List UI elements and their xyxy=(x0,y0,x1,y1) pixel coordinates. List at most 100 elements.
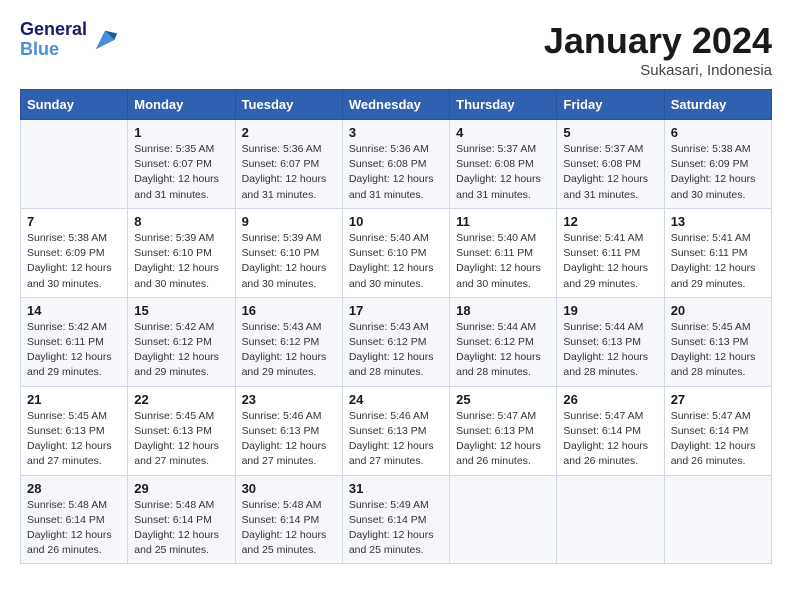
calendar-cell: 5 Sunrise: 5:37 AMSunset: 6:08 PMDaylight… xyxy=(557,120,664,209)
day-number: 10 xyxy=(349,214,443,229)
day-info: Sunrise: 5:41 AMSunset: 6:11 PMDaylight:… xyxy=(671,231,765,292)
day-number: 22 xyxy=(134,392,228,407)
calendar-cell: 30 Sunrise: 5:48 AMSunset: 6:14 PMDayligh… xyxy=(235,475,342,564)
calendar-cell: 7 Sunrise: 5:38 AMSunset: 6:09 PMDaylight… xyxy=(21,208,128,297)
page-header: GeneralBlue January 2024 Sukasari, Indon… xyxy=(20,20,772,79)
day-info: Sunrise: 5:43 AMSunset: 6:12 PMDaylight:… xyxy=(349,320,443,381)
weekday-header-tuesday: Tuesday xyxy=(235,90,342,120)
day-info: Sunrise: 5:42 AMSunset: 6:11 PMDaylight:… xyxy=(27,320,121,381)
day-info: Sunrise: 5:35 AMSunset: 6:07 PMDaylight:… xyxy=(134,142,228,203)
calendar-cell: 1 Sunrise: 5:35 AMSunset: 6:07 PMDaylight… xyxy=(128,120,235,209)
calendar-cell: 24 Sunrise: 5:46 AMSunset: 6:13 PMDayligh… xyxy=(342,386,449,475)
calendar-cell: 3 Sunrise: 5:36 AMSunset: 6:08 PMDaylight… xyxy=(342,120,449,209)
calendar-cell: 9 Sunrise: 5:39 AMSunset: 6:10 PMDaylight… xyxy=(235,208,342,297)
calendar-week-row: 7 Sunrise: 5:38 AMSunset: 6:09 PMDaylight… xyxy=(21,208,772,297)
day-number: 2 xyxy=(242,125,336,140)
calendar-cell: 6Sunrise: 5:38 AMSunset: 6:09 PMDaylight… xyxy=(664,120,771,209)
calendar-cell xyxy=(664,475,771,564)
day-info: Sunrise: 5:48 AMSunset: 6:14 PMDaylight:… xyxy=(27,498,121,559)
day-number: 21 xyxy=(27,392,121,407)
day-number: 15 xyxy=(134,303,228,318)
calendar-cell: 16 Sunrise: 5:43 AMSunset: 6:12 PMDayligh… xyxy=(235,297,342,386)
day-info: Sunrise: 5:43 AMSunset: 6:12 PMDaylight:… xyxy=(242,320,336,381)
calendar-cell: 26 Sunrise: 5:47 AMSunset: 6:14 PMDayligh… xyxy=(557,386,664,475)
calendar-cell: 25 Sunrise: 5:47 AMSunset: 6:13 PMDayligh… xyxy=(450,386,557,475)
calendar-table: SundayMondayTuesdayWednesdayThursdayFrid… xyxy=(20,89,772,564)
calendar-cell: 4 Sunrise: 5:37 AMSunset: 6:08 PMDaylight… xyxy=(450,120,557,209)
calendar-cell: 11 Sunrise: 5:40 AMSunset: 6:11 PMDayligh… xyxy=(450,208,557,297)
day-info: Sunrise: 5:45 AMSunset: 6:13 PMDaylight:… xyxy=(27,409,121,470)
calendar-cell: 14 Sunrise: 5:42 AMSunset: 6:11 PMDayligh… xyxy=(21,297,128,386)
day-info: Sunrise: 5:45 AMSunset: 6:13 PMDaylight:… xyxy=(134,409,228,470)
calendar-cell: 8 Sunrise: 5:39 AMSunset: 6:10 PMDaylight… xyxy=(128,208,235,297)
day-info: Sunrise: 5:37 AMSunset: 6:08 PMDaylight:… xyxy=(563,142,657,203)
calendar-cell: 28 Sunrise: 5:48 AMSunset: 6:14 PMDayligh… xyxy=(21,475,128,564)
weekday-header-saturday: Saturday xyxy=(664,90,771,120)
calendar-week-row: 28 Sunrise: 5:48 AMSunset: 6:14 PMDayligh… xyxy=(21,475,772,564)
day-number: 18 xyxy=(456,303,550,318)
calendar-cell xyxy=(21,120,128,209)
day-number: 3 xyxy=(349,125,443,140)
day-number: 16 xyxy=(242,303,336,318)
day-number: 30 xyxy=(242,481,336,496)
weekday-header-row: SundayMondayTuesdayWednesdayThursdayFrid… xyxy=(21,90,772,120)
day-info: Sunrise: 5:40 AMSunset: 6:10 PMDaylight:… xyxy=(349,231,443,292)
day-number: 13 xyxy=(671,214,765,229)
day-info: Sunrise: 5:36 AMSunset: 6:08 PMDaylight:… xyxy=(349,142,443,203)
day-number: 28 xyxy=(27,481,121,496)
day-number: 5 xyxy=(563,125,657,140)
day-number: 14 xyxy=(27,303,121,318)
calendar-cell: 20Sunrise: 5:45 AMSunset: 6:13 PMDayligh… xyxy=(664,297,771,386)
day-number: 19 xyxy=(563,303,657,318)
weekday-header-friday: Friday xyxy=(557,90,664,120)
calendar-cell: 13 Sunrise: 5:41 AMSunset: 6:11 PMDayligh… xyxy=(664,208,771,297)
day-info: Sunrise: 5:48 AMSunset: 6:14 PMDaylight:… xyxy=(242,498,336,559)
day-info: Sunrise: 5:48 AMSunset: 6:14 PMDaylight:… xyxy=(134,498,228,559)
day-info: Sunrise: 5:39 AMSunset: 6:10 PMDaylight:… xyxy=(134,231,228,292)
day-number: 31 xyxy=(349,481,443,496)
logo-text: GeneralBlue xyxy=(20,20,87,60)
calendar-week-row: 21 Sunrise: 5:45 AMSunset: 6:13 PMDayligh… xyxy=(21,386,772,475)
day-number: 25 xyxy=(456,392,550,407)
calendar-cell: 19 Sunrise: 5:44 AMSunset: 6:13 PMDayligh… xyxy=(557,297,664,386)
day-info: Sunrise: 5:39 AMSunset: 6:10 PMDaylight:… xyxy=(242,231,336,292)
calendar-cell: 31Sunrise: 5:49 AMSunset: 6:14 PMDayligh… xyxy=(342,475,449,564)
day-number: 1 xyxy=(134,125,228,140)
day-number: 7 xyxy=(27,214,121,229)
day-info: Sunrise: 5:44 AMSunset: 6:12 PMDaylight:… xyxy=(456,320,550,381)
day-number: 26 xyxy=(563,392,657,407)
day-info: Sunrise: 5:41 AMSunset: 6:11 PMDaylight:… xyxy=(563,231,657,292)
day-number: 4 xyxy=(456,125,550,140)
calendar-cell: 23 Sunrise: 5:46 AMSunset: 6:13 PMDayligh… xyxy=(235,386,342,475)
day-info: Sunrise: 5:46 AMSunset: 6:13 PMDaylight:… xyxy=(242,409,336,470)
day-number: 9 xyxy=(242,214,336,229)
weekday-header-monday: Monday xyxy=(128,90,235,120)
day-number: 27 xyxy=(671,392,765,407)
day-info: Sunrise: 5:47 AMSunset: 6:14 PMDaylight:… xyxy=(563,409,657,470)
calendar-cell: 2Sunrise: 5:36 AMSunset: 6:07 PMDaylight… xyxy=(235,120,342,209)
day-info: Sunrise: 5:46 AMSunset: 6:13 PMDaylight:… xyxy=(349,409,443,470)
day-info: Sunrise: 5:40 AMSunset: 6:11 PMDaylight:… xyxy=(456,231,550,292)
calendar-cell: 29 Sunrise: 5:48 AMSunset: 6:14 PMDayligh… xyxy=(128,475,235,564)
day-number: 29 xyxy=(134,481,228,496)
day-number: 12 xyxy=(563,214,657,229)
logo-icon xyxy=(91,26,119,54)
day-info: Sunrise: 5:47 AMSunset: 6:14 PMDaylight:… xyxy=(671,409,765,470)
day-info: Sunrise: 5:37 AMSunset: 6:08 PMDaylight:… xyxy=(456,142,550,203)
day-number: 23 xyxy=(242,392,336,407)
day-number: 8 xyxy=(134,214,228,229)
calendar-cell: 18 Sunrise: 5:44 AMSunset: 6:12 PMDayligh… xyxy=(450,297,557,386)
calendar-cell: 15Sunrise: 5:42 AMSunset: 6:12 PMDayligh… xyxy=(128,297,235,386)
day-number: 20 xyxy=(671,303,765,318)
day-number: 11 xyxy=(456,214,550,229)
weekday-header-sunday: Sunday xyxy=(21,90,128,120)
day-number: 6 xyxy=(671,125,765,140)
calendar-week-row: 14 Sunrise: 5:42 AMSunset: 6:11 PMDayligh… xyxy=(21,297,772,386)
day-info: Sunrise: 5:44 AMSunset: 6:13 PMDaylight:… xyxy=(563,320,657,381)
day-number: 24 xyxy=(349,392,443,407)
calendar-cell xyxy=(557,475,664,564)
day-info: Sunrise: 5:47 AMSunset: 6:13 PMDaylight:… xyxy=(456,409,550,470)
day-info: Sunrise: 5:38 AMSunset: 6:09 PMDaylight:… xyxy=(27,231,121,292)
calendar-cell: 10 Sunrise: 5:40 AMSunset: 6:10 PMDayligh… xyxy=(342,208,449,297)
calendar-cell xyxy=(450,475,557,564)
